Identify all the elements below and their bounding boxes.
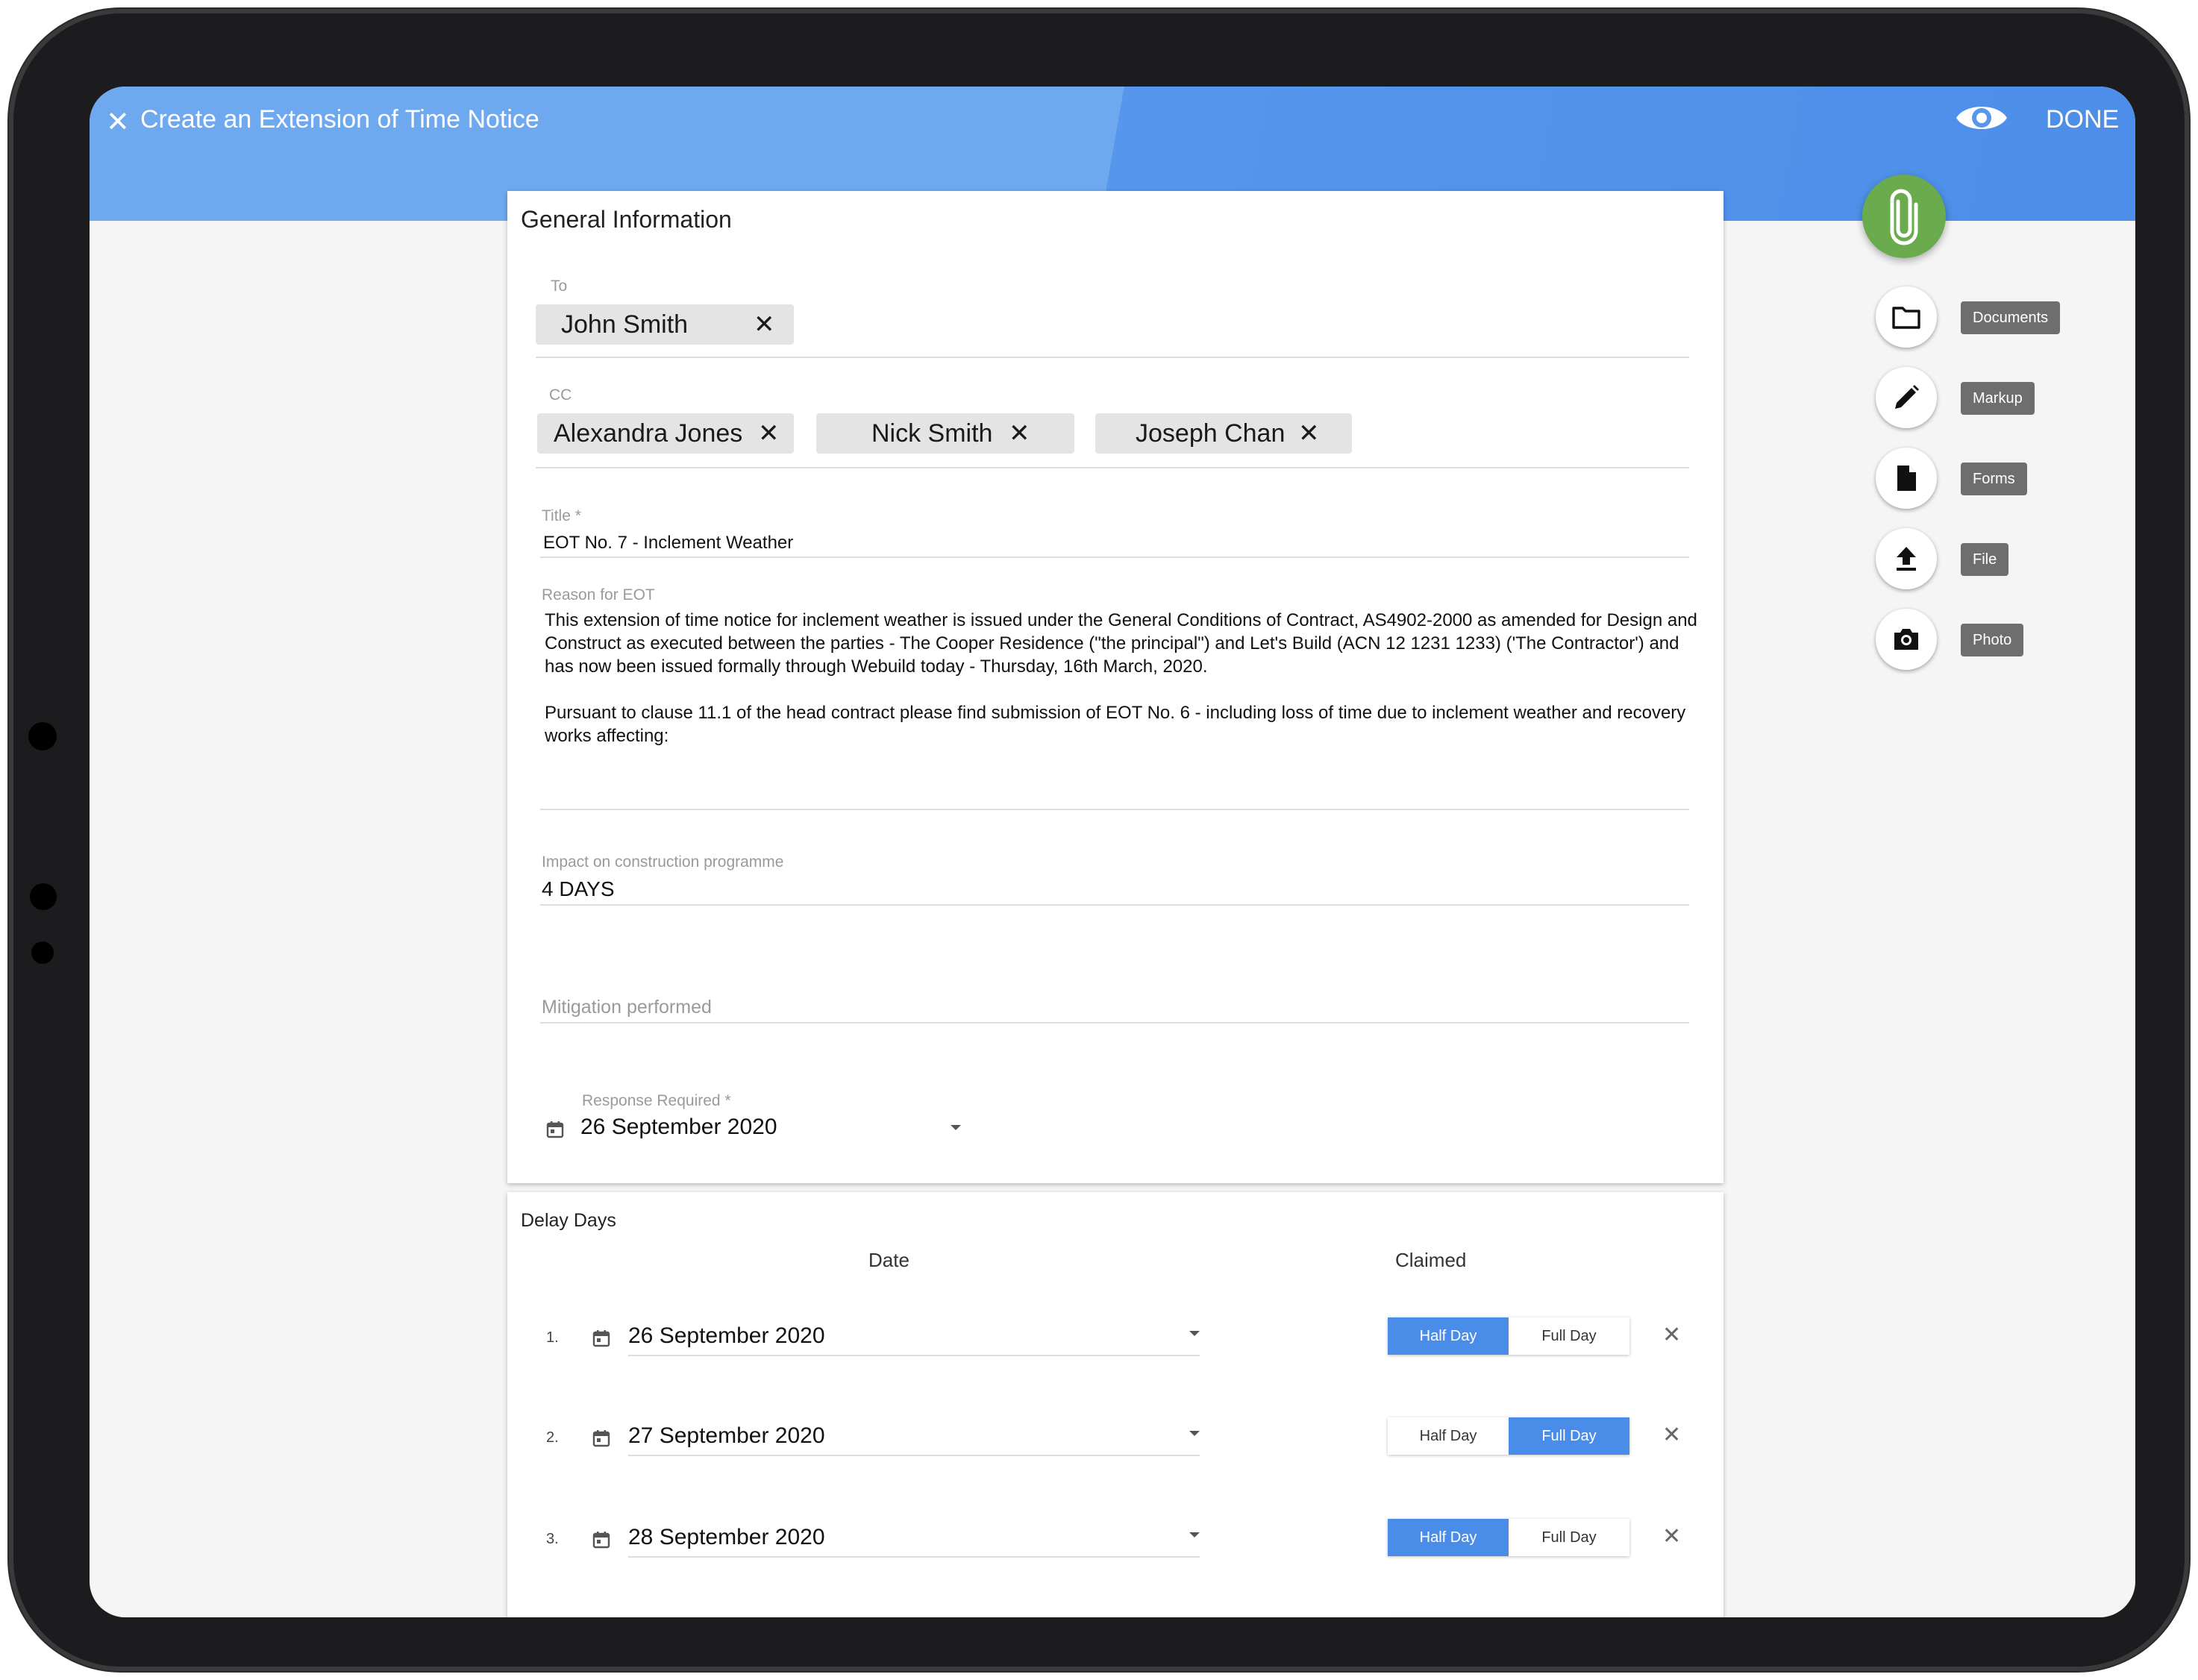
chevron-down-icon[interactable] [1189, 1331, 1200, 1336]
date-column-header: Date [868, 1249, 909, 1271]
full-day-option[interactable]: Full Day [1509, 1519, 1629, 1556]
general-information-card: General Information To John Smith ✕ CC A… [507, 191, 1723, 1183]
calendar-icon [592, 1430, 610, 1447]
recipient-chip[interactable]: John Smith ✕ [536, 304, 794, 345]
cc-chip[interactable]: Nick Smith ✕ [816, 413, 1074, 454]
half-day-option[interactable]: Half Day [1388, 1417, 1509, 1455]
title-underline [540, 557, 1689, 558]
photo-button[interactable] [1876, 609, 1937, 670]
file-button[interactable] [1876, 528, 1937, 589]
markup-label[interactable]: Markup [1961, 382, 2035, 415]
full-day-option[interactable]: Full Day [1509, 1317, 1629, 1355]
reason-label: Reason for EOT [542, 586, 655, 604]
cc-chip[interactable]: Joseph Chan ✕ [1095, 413, 1352, 454]
date-underline [628, 1455, 1200, 1456]
remove-chip-icon[interactable]: ✕ [754, 304, 775, 345]
reason-textarea[interactable]: This extension of time notice for inclem… [545, 609, 1709, 771]
delay-date-picker[interactable]: 26 September 2020 [628, 1323, 825, 1349]
claimed-toggle: Half Day Full Day [1388, 1519, 1629, 1556]
row-number: 2. [546, 1429, 559, 1446]
delay-days-card: Delay Days Date Claimed 1. 26 September 2… [507, 1192, 1723, 1617]
mitigation-underline [540, 1022, 1689, 1024]
date-underline [628, 1556, 1200, 1558]
remove-row-icon[interactable]: ✕ [1662, 1322, 1681, 1348]
chevron-down-icon[interactable] [951, 1125, 961, 1130]
photo-label[interactable]: Photo [1961, 624, 2024, 656]
remove-row-icon[interactable]: ✕ [1662, 1523, 1681, 1549]
remove-chip-icon[interactable]: ✕ [758, 413, 780, 454]
claimed-column-header: Claimed [1395, 1249, 1467, 1271]
attach-fab[interactable] [1862, 175, 1946, 258]
reason-underline [540, 809, 1689, 810]
camera-icon [1894, 629, 1918, 650]
impact-underline [540, 904, 1689, 906]
done-button[interactable]: DONE [2046, 101, 2119, 137]
cc-chip[interactable]: Alexandra Jones ✕ [537, 413, 794, 454]
claimed-toggle: Half Day Full Day [1388, 1317, 1629, 1355]
chip-label: Alexandra Jones [554, 419, 743, 448]
close-icon[interactable]: ✕ [106, 107, 130, 137]
eye-icon[interactable] [1955, 98, 2008, 137]
folder-icon [1892, 307, 1920, 329]
delay-date-picker[interactable]: 28 September 2020 [628, 1525, 825, 1550]
half-day-option[interactable]: Half Day [1388, 1317, 1509, 1355]
section-title: General Information [521, 206, 732, 233]
half-day-option[interactable]: Half Day [1388, 1519, 1509, 1556]
divider [536, 467, 1689, 468]
delay-row: 3. 28 September 2020 Half Day Full Day ✕ [507, 1519, 1723, 1582]
forms-label[interactable]: Forms [1961, 463, 2027, 495]
side-sensor [31, 941, 54, 964]
pencil-icon [1895, 385, 1919, 409]
section-title: Delay Days [521, 1210, 616, 1231]
cc-label: CC [549, 386, 572, 404]
app-screen: ✕ Create an Extension of Time Notice DON… [90, 87, 2135, 1617]
remove-chip-icon[interactable]: ✕ [1298, 413, 1320, 454]
upload-icon [1897, 547, 1916, 571]
reason-paragraph: This extension of time notice for inclem… [545, 610, 1697, 677]
markup-button[interactable] [1876, 367, 1937, 428]
remove-row-icon[interactable]: ✕ [1662, 1422, 1681, 1448]
chip-label: John Smith [561, 310, 689, 339]
response-label: Response Required * [582, 1092, 731, 1109]
delay-row: 1. 26 September 2020 Half Day Full Day ✕ [507, 1317, 1723, 1380]
tablet-frame: ✕ Create an Extension of Time Notice DON… [9, 9, 2189, 1671]
date-underline [628, 1355, 1200, 1356]
page-title: Create an Extension of Time Notice [140, 105, 539, 134]
paperclip-icon [1890, 189, 1918, 245]
mitigation-input[interactable]: Mitigation performed [542, 997, 712, 1018]
divider [536, 357, 1689, 358]
title-input[interactable]: EOT No. 7 - Inclement Weather [543, 533, 793, 554]
calendar-icon [592, 1330, 610, 1347]
delay-row: 2. 27 September 2020 Half Day Full Day ✕ [507, 1417, 1723, 1480]
to-label: To [551, 278, 568, 295]
delay-date-picker[interactable]: 27 September 2020 [628, 1423, 825, 1449]
impact-label: Impact on construction programme [542, 853, 784, 871]
calendar-icon [546, 1121, 564, 1138]
documents-label[interactable]: Documents [1961, 301, 2061, 334]
chevron-down-icon[interactable] [1189, 1532, 1200, 1538]
reason-paragraph: Pursuant to clause 11.1 of the head cont… [545, 703, 1686, 746]
file-label[interactable]: File [1961, 543, 2009, 576]
title-label: Title * [542, 507, 581, 524]
side-sensor [28, 722, 57, 750]
row-number: 3. [546, 1531, 559, 1547]
remove-chip-icon[interactable]: ✕ [1009, 413, 1030, 454]
claimed-toggle: Half Day Full Day [1388, 1417, 1629, 1455]
full-day-option[interactable]: Full Day [1509, 1417, 1629, 1455]
row-number: 1. [546, 1329, 559, 1346]
calendar-icon [592, 1532, 610, 1549]
forms-button[interactable] [1876, 448, 1937, 509]
response-date-picker[interactable]: 26 September 2020 [580, 1115, 777, 1140]
chip-label: Nick Smith [871, 419, 993, 448]
chevron-down-icon[interactable] [1189, 1431, 1200, 1436]
side-sensor [30, 883, 57, 910]
documents-button[interactable] [1876, 286, 1937, 348]
document-icon [1897, 466, 1916, 491]
impact-input[interactable]: 4 DAYS [542, 877, 615, 901]
chip-label: Joseph Chan [1136, 419, 1286, 448]
